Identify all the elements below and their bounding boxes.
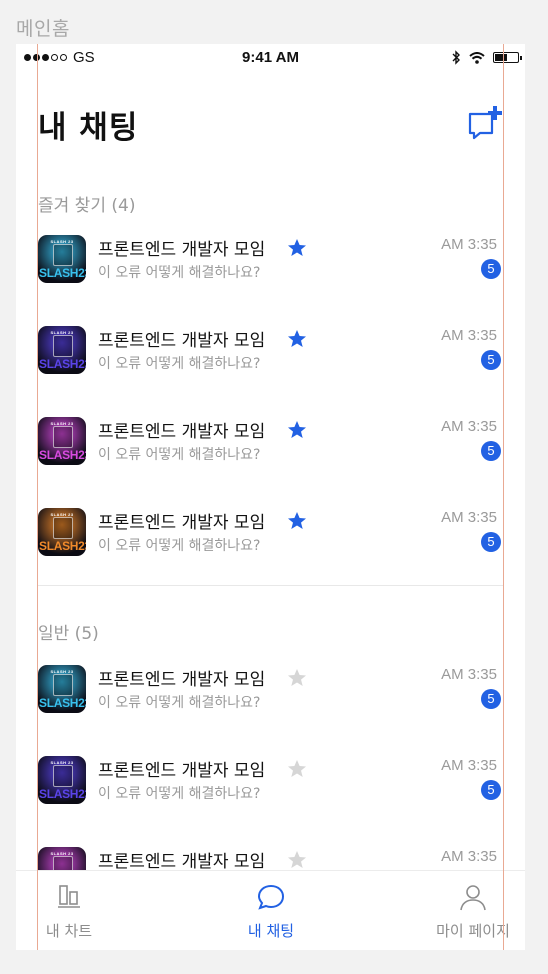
chat-preview: 이 오류 어떻게 해결하나요?	[98, 695, 261, 711]
unread-badge: 5	[481, 780, 501, 800]
bluetooth-icon	[452, 50, 460, 65]
tab-my-chat[interactable]: 내 채팅	[206, 871, 336, 950]
tab-my-chart[interactable]: 내 차트	[16, 871, 134, 950]
chat-avatar: SLASH 23SLASH23	[38, 417, 86, 465]
chat-row[interactable]: SLASH 23SLASH23 프론트엔드 개발자 모임이 오류 어떻게 해결하나…	[16, 417, 525, 477]
chat-title: 프론트엔드 개발자 모임	[98, 761, 266, 781]
star-filled-icon[interactable]	[287, 329, 307, 349]
tab-label: 내 차트	[45, 922, 93, 940]
avatar-logo-text: SLASH23	[39, 696, 86, 710]
chat-preview: 이 오류 어떻게 해결하나요?	[98, 447, 261, 463]
right-guide-line	[503, 44, 504, 950]
avatar-logo-text: SLASH23	[39, 266, 86, 280]
wifi-icon	[469, 51, 485, 64]
status-bar: GS 9:41 AM	[16, 44, 525, 72]
chat-avatar: SLASH 23SLASH23	[38, 235, 86, 283]
left-guide-line	[37, 44, 38, 950]
avatar-logo-text: SLASH23	[39, 448, 86, 462]
chat-avatar: SLASH 23SLASH23	[38, 326, 86, 374]
general-heading: 일반 (5)	[38, 624, 99, 644]
chat-time: AM 3:35	[441, 236, 497, 253]
chat-plus-icon[interactable]	[468, 106, 504, 140]
chat-title: 프론트엔드 개발자 모임	[98, 240, 266, 260]
unread-badge: 5	[481, 441, 501, 461]
chat-title: 프론트엔드 개발자 모임	[98, 670, 266, 690]
person-icon	[460, 885, 486, 911]
favorites-heading: 즐겨 찾기 (4)	[38, 196, 136, 216]
chat-title: 프론트엔드 개발자 모임	[98, 852, 266, 872]
chat-title: 프론트엔드 개발자 모임	[98, 422, 266, 442]
chat-row[interactable]: SLASH 23SLASH23 프론트엔드 개발자 모임이 오류 어떻게 해결하나…	[16, 665, 525, 725]
chat-avatar: SLASH 23SLASH23	[38, 508, 86, 556]
chat-time: AM 3:35	[441, 666, 497, 683]
chat-preview: 이 오류 어떻게 해결하나요?	[98, 538, 261, 554]
chat-title: 프론트엔드 개발자 모임	[98, 513, 266, 533]
chat-title: 프론트엔드 개발자 모임	[98, 331, 266, 351]
page-title: 내 채팅	[38, 110, 139, 146]
unread-badge: 5	[481, 532, 501, 552]
phone-screen: GS 9:41 AM 내 채팅 즐겨 찾기 (4) SLASH 23 SLASH2…	[16, 44, 525, 950]
chat-row[interactable]: SLASH 23SLASH23 프론트엔드 개발자 모임이 오류 어떻게 해결하나…	[16, 235, 525, 295]
board-label: 메인홈	[16, 18, 70, 40]
chat-row[interactable]: SLASH 23SLASH23 프론트엔드 개발자 모임이 오류 어떻게 해결하나…	[16, 326, 525, 386]
section-divider	[38, 585, 503, 586]
tab-my-page[interactable]: 마이 페이지	[408, 871, 525, 950]
star-filled-icon[interactable]	[287, 511, 307, 531]
star-outline-icon[interactable]	[287, 759, 307, 779]
unread-badge: 5	[481, 350, 501, 370]
chat-time: AM 3:35	[441, 757, 497, 774]
chart-bars-icon	[58, 885, 80, 908]
star-outline-icon[interactable]	[287, 850, 307, 870]
chat-time: AM 3:35	[441, 509, 497, 526]
chat-preview: 이 오류 어떻게 해결하나요?	[98, 786, 261, 802]
star-outline-icon[interactable]	[287, 668, 307, 688]
chat-row[interactable]: SLASH 23SLASH23 프론트엔드 개발자 모임이 오류 어떻게 해결하나…	[16, 508, 525, 568]
avatar-logo-text: SLASH23	[39, 357, 86, 371]
chat-bubble-icon	[257, 884, 285, 910]
status-time: 9:41 AM	[242, 49, 299, 66]
unread-badge: 5	[481, 259, 501, 279]
chat-avatar: SLASH 23SLASH23	[38, 756, 86, 804]
chat-time: AM 3:35	[441, 848, 497, 865]
chat-time: AM 3:35	[441, 327, 497, 344]
chat-preview: 이 오류 어떻게 해결하나요?	[98, 265, 261, 281]
chat-avatar: SLASH 23SLASH23	[38, 665, 86, 713]
tab-bar: 내 차트 내 채팅 마이 페이지	[16, 870, 525, 950]
avatar-logo-text: SLASH23	[39, 787, 86, 801]
avatar-logo-text: SLASH23	[39, 539, 86, 553]
unread-badge: 5	[481, 689, 501, 709]
star-filled-icon[interactable]	[287, 238, 307, 258]
battery-icon	[493, 52, 522, 63]
chat-preview: 이 오류 어떻게 해결하나요?	[98, 356, 261, 372]
star-filled-icon[interactable]	[287, 420, 307, 440]
tab-label: 내 채팅	[247, 922, 295, 940]
chat-time: AM 3:35	[441, 418, 497, 435]
tab-label: 마이 페이지	[436, 922, 510, 940]
chat-row[interactable]: SLASH 23SLASH23 프론트엔드 개발자 모임이 오류 어떻게 해결하나…	[16, 756, 525, 816]
